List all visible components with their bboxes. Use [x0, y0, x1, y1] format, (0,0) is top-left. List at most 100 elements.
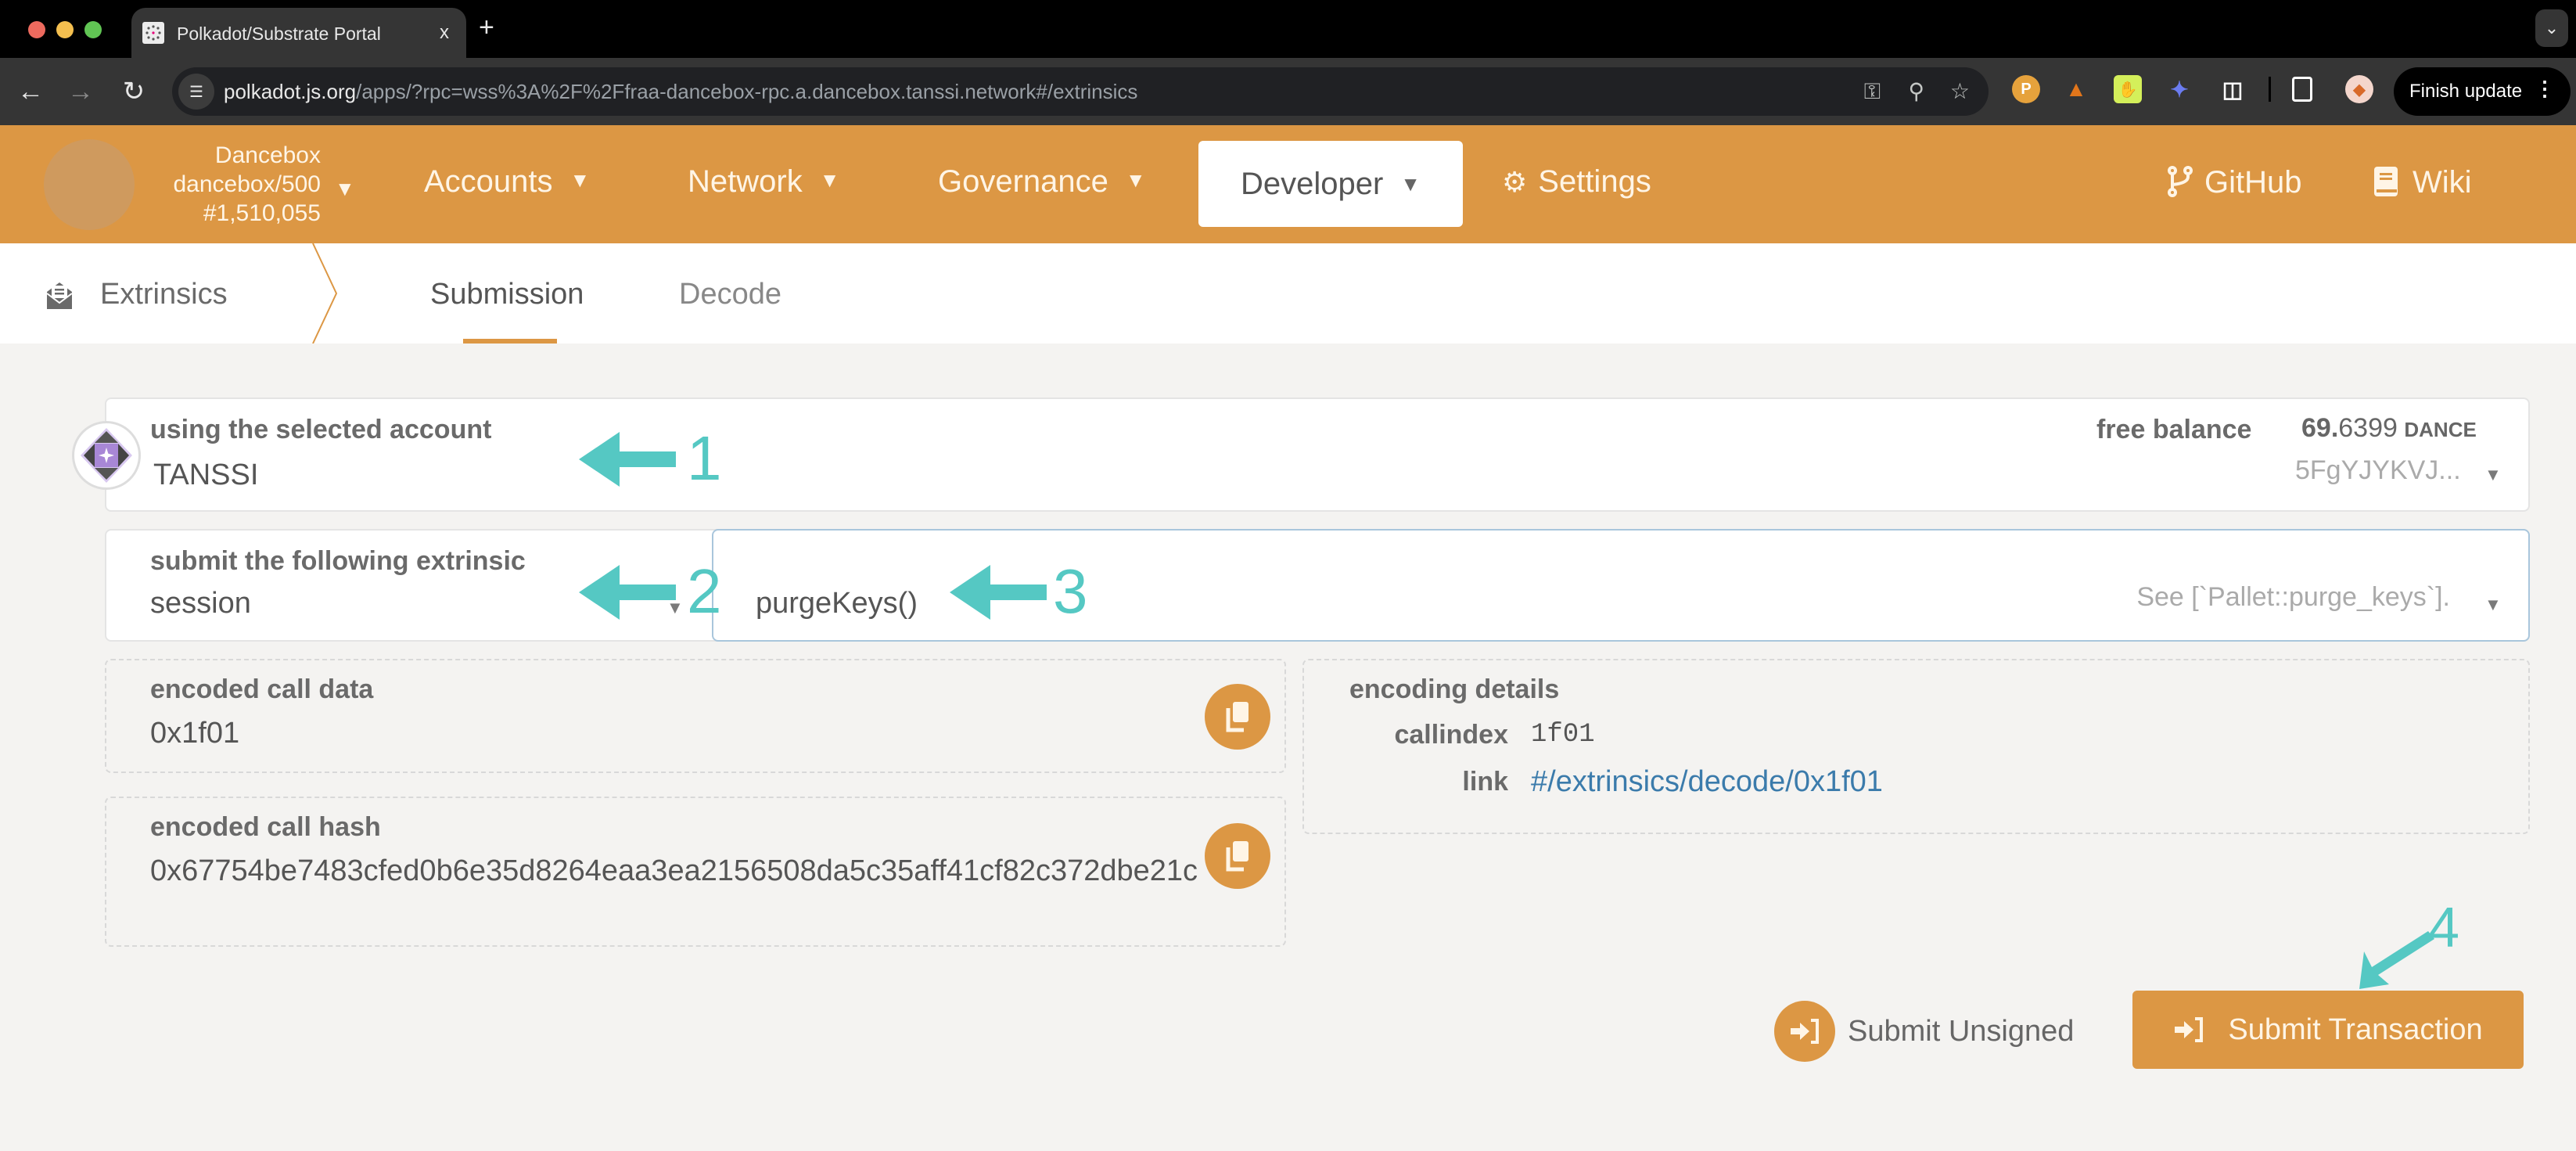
- callindex-value: 1f01: [1531, 720, 1595, 750]
- back-icon[interactable]: ←: [13, 74, 49, 110]
- decode-link[interactable]: #/extrinsics/decode/0x1f01: [1531, 765, 1883, 799]
- finish-update-button[interactable]: Finish update ⋮: [2394, 67, 2571, 116]
- copy-call-hash-button[interactable]: [1205, 823, 1270, 889]
- new-tab-button[interactable]: +: [479, 14, 494, 41]
- nav-developer-label: Developer: [1240, 166, 1384, 201]
- encoded-call-data-label: encoded call data: [150, 674, 374, 704]
- free-balance-value: 69.6399 DANCE: [2301, 413, 2477, 444]
- zoom-icon[interactable]: ⚲: [1908, 78, 1924, 105]
- method-caret-down-icon[interactable]: ▼: [2484, 595, 2502, 615]
- method-doc: See [`Pallet::purge_keys`].: [2136, 582, 2450, 612]
- maximize-window-button[interactable]: [84, 21, 102, 38]
- envelope-open-text-icon: [46, 282, 73, 309]
- balance-unit: DANCE: [2404, 418, 2477, 441]
- annotation-number-4: 4: [2428, 897, 2460, 959]
- annotation-number-3: 3: [1053, 556, 1088, 626]
- address-bar[interactable]: ☰ polkadot.js.org/apps/?rpc=wss%3A%2F%2F…: [172, 67, 1989, 116]
- url-host: polkadot.js.org: [224, 80, 357, 103]
- submit-transaction-label: Submit Transaction: [2228, 1013, 2483, 1046]
- account-name: TANSSI: [153, 459, 259, 491]
- toolbar-divider: [2269, 77, 2271, 102]
- caret-down-icon: ▼: [1125, 168, 1146, 192]
- pallet-dropdown[interactable]: session: [150, 587, 251, 620]
- encoding-details-label: encoding details: [1349, 674, 1560, 704]
- encoded-call-hash-value: 0x67754be7483cfed0b6e35d8264eaa3ea215650…: [150, 854, 1198, 887]
- encoding-details-panel: encoding details callindex 1f01 link #/e…: [1302, 659, 2530, 834]
- active-tab-indicator: [463, 339, 557, 344]
- breadcrumb-divider: [312, 243, 338, 344]
- nav-network[interactable]: Network ▼: [688, 166, 839, 197]
- code-branch-icon: [2168, 166, 2193, 197]
- app-nav-bar: Dancebox dancebox/500 #1,510,055 ▼ Accou…: [0, 125, 2576, 243]
- callindex-label: callindex: [1394, 720, 1508, 750]
- account-label: using the selected account: [150, 415, 492, 444]
- gears-icon: ⚙: [1502, 166, 1528, 198]
- side-panel-icon[interactable]: [2292, 77, 2312, 102]
- annotation-number-1: 1: [687, 423, 722, 493]
- talisman-extension-icon[interactable]: ✦: [2165, 75, 2193, 103]
- tab-decode[interactable]: Decode: [679, 278, 781, 311]
- encoded-call-data-value: 0x1f01: [150, 717, 240, 750]
- chain-selector[interactable]: Dancebox dancebox/500 #1,510,055: [149, 141, 322, 228]
- annotation-arrow-2: [579, 565, 676, 620]
- chain-name: Dancebox: [214, 142, 321, 168]
- submit-unsigned-button[interactable]: Submit Unsigned: [1774, 1000, 2074, 1063]
- reload-icon[interactable]: ↻: [116, 74, 152, 110]
- nav-github[interactable]: GitHub: [2167, 166, 2302, 198]
- nav-accounts-label: Accounts: [424, 164, 553, 199]
- caret-down-icon: ▼: [1400, 171, 1421, 196]
- tab-submission[interactable]: Submission: [430, 278, 584, 311]
- nav-github-label: GitHub: [2204, 165, 2302, 200]
- hamsa-extension-icon[interactable]: ✋: [2114, 75, 2142, 103]
- tab-close-icon[interactable]: x: [440, 22, 449, 44]
- caret-down-icon: ▼: [569, 168, 591, 192]
- annotation-number-2: 2: [687, 556, 722, 626]
- bookmark-star-icon[interactable]: ☆: [1950, 78, 1970, 105]
- nav-settings[interactable]: ⚙ Settings: [1502, 166, 1651, 197]
- polkadot-extension-icon[interactable]: P: [2012, 75, 2040, 103]
- browser-toolbar: ← → ↻ ☰ polkadot.js.org/apps/?rpc=wss%3A…: [0, 58, 2576, 125]
- account-address: 5FgYJYKVJ...: [2295, 455, 2461, 485]
- nav-developer[interactable]: Developer ▼: [1198, 141, 1463, 227]
- account-caret-down-icon[interactable]: ▼: [2484, 465, 2502, 485]
- nav-wiki[interactable]: Wiki: [2373, 166, 2472, 198]
- polkadot-favicon-icon: [142, 22, 164, 44]
- nav-governance-label: Governance: [938, 164, 1108, 199]
- menu-dots-icon[interactable]: ⋮: [2535, 78, 2555, 99]
- account-selector[interactable]: using the selected account TANSSI free b…: [105, 397, 2530, 512]
- link-label: link: [1462, 767, 1508, 797]
- minimize-window-button[interactable]: [56, 21, 74, 38]
- copy-call-data-button[interactable]: [1205, 684, 1270, 750]
- caret-down-icon: ▼: [819, 168, 840, 192]
- balance-integer: 69.: [2301, 413, 2339, 443]
- annotation-arrow-1: [579, 432, 676, 487]
- nav-governance[interactable]: Governance ▼: [938, 166, 1146, 197]
- password-key-icon[interactable]: ⚿: [1864, 78, 1881, 105]
- close-window-button[interactable]: [28, 21, 45, 38]
- chain-runtime: dancebox/500: [173, 171, 322, 197]
- url-path: /apps/?rpc=wss%3A%2F%2Ffraa-dancebox-rpc…: [356, 80, 1138, 103]
- submit-transaction-button[interactable]: Submit Transaction: [2132, 991, 2524, 1069]
- extensions-puzzle-icon[interactable]: ◫: [2219, 75, 2247, 103]
- sub-nav: Extrinsics Submission Decode: [0, 243, 2576, 344]
- sign-in-icon: [1774, 1001, 1835, 1062]
- finish-update-label: Finish update: [2409, 81, 2523, 102]
- nav-accounts[interactable]: Accounts ▼: [424, 166, 590, 197]
- chain-logo[interactable]: [44, 139, 135, 230]
- identicon-icon: [81, 428, 132, 483]
- profile-avatar-icon[interactable]: ◆: [2345, 75, 2373, 103]
- nav-network-label: Network: [688, 164, 803, 199]
- browser-tab-bar: Polkadot/Substrate Portal x + ⌄: [0, 0, 2576, 58]
- nav-settings-label: Settings: [1538, 164, 1651, 199]
- url-text[interactable]: polkadot.js.org/apps/?rpc=wss%3A%2F%2Ffr…: [224, 80, 1137, 104]
- metamask-extension-icon[interactable]: ▲: [2062, 75, 2090, 103]
- site-info-icon[interactable]: ☰: [178, 74, 214, 110]
- submit-unsigned-label: Submit Unsigned: [1848, 1014, 2075, 1048]
- free-balance-label: free balance: [2096, 415, 2252, 444]
- chain-caret-down-icon[interactable]: ▼: [335, 177, 355, 201]
- browser-tab[interactable]: Polkadot/Substrate Portal x: [131, 8, 466, 58]
- nav-wiki-label: Wiki: [2413, 165, 2472, 200]
- tab-search-chevron-icon[interactable]: ⌄: [2535, 9, 2568, 47]
- forward-icon[interactable]: →: [63, 74, 99, 110]
- account-identicon: [72, 421, 141, 490]
